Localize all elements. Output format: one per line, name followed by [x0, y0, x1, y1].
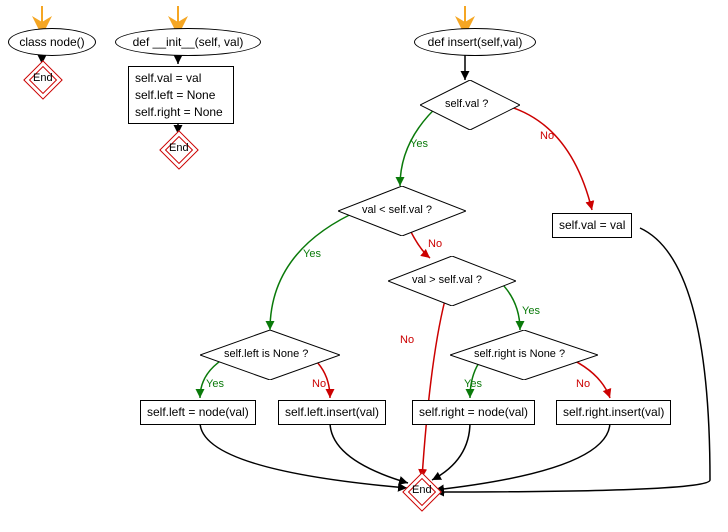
init-body: self.val = val self.left = None self.rig… — [128, 66, 234, 124]
no-label: No — [540, 130, 554, 142]
act-left-new: self.left = node(val) — [140, 400, 256, 425]
insert-title: def insert(self,val) — [414, 28, 536, 56]
yes-label: Yes — [206, 378, 224, 390]
no-label: No — [576, 378, 590, 390]
no-label: No — [428, 238, 442, 250]
cond-lt: val < self.val ? — [362, 204, 432, 216]
act-right-insert: self.right.insert(val) — [556, 400, 671, 425]
cond-right-none: self.right is None ? — [474, 348, 565, 360]
cond-gt: val > self.val ? — [412, 274, 482, 286]
act-right-new: self.right = node(val) — [412, 400, 535, 425]
cond-left-none: self.left is None ? — [224, 348, 308, 360]
yes-label: Yes — [522, 305, 540, 317]
cond-selfval: self.val ? — [445, 98, 488, 110]
yes-label: Yes — [464, 378, 482, 390]
no-label: No — [312, 378, 326, 390]
yes-label: Yes — [303, 248, 321, 260]
classnode-title: class node() — [8, 28, 96, 56]
yes-label: Yes — [410, 138, 428, 150]
else-box: self.val = val — [552, 213, 632, 238]
no-label: No — [400, 334, 414, 346]
init-title: def __init__(self, val) — [115, 28, 261, 56]
act-left-insert: self.left.insert(val) — [278, 400, 386, 425]
